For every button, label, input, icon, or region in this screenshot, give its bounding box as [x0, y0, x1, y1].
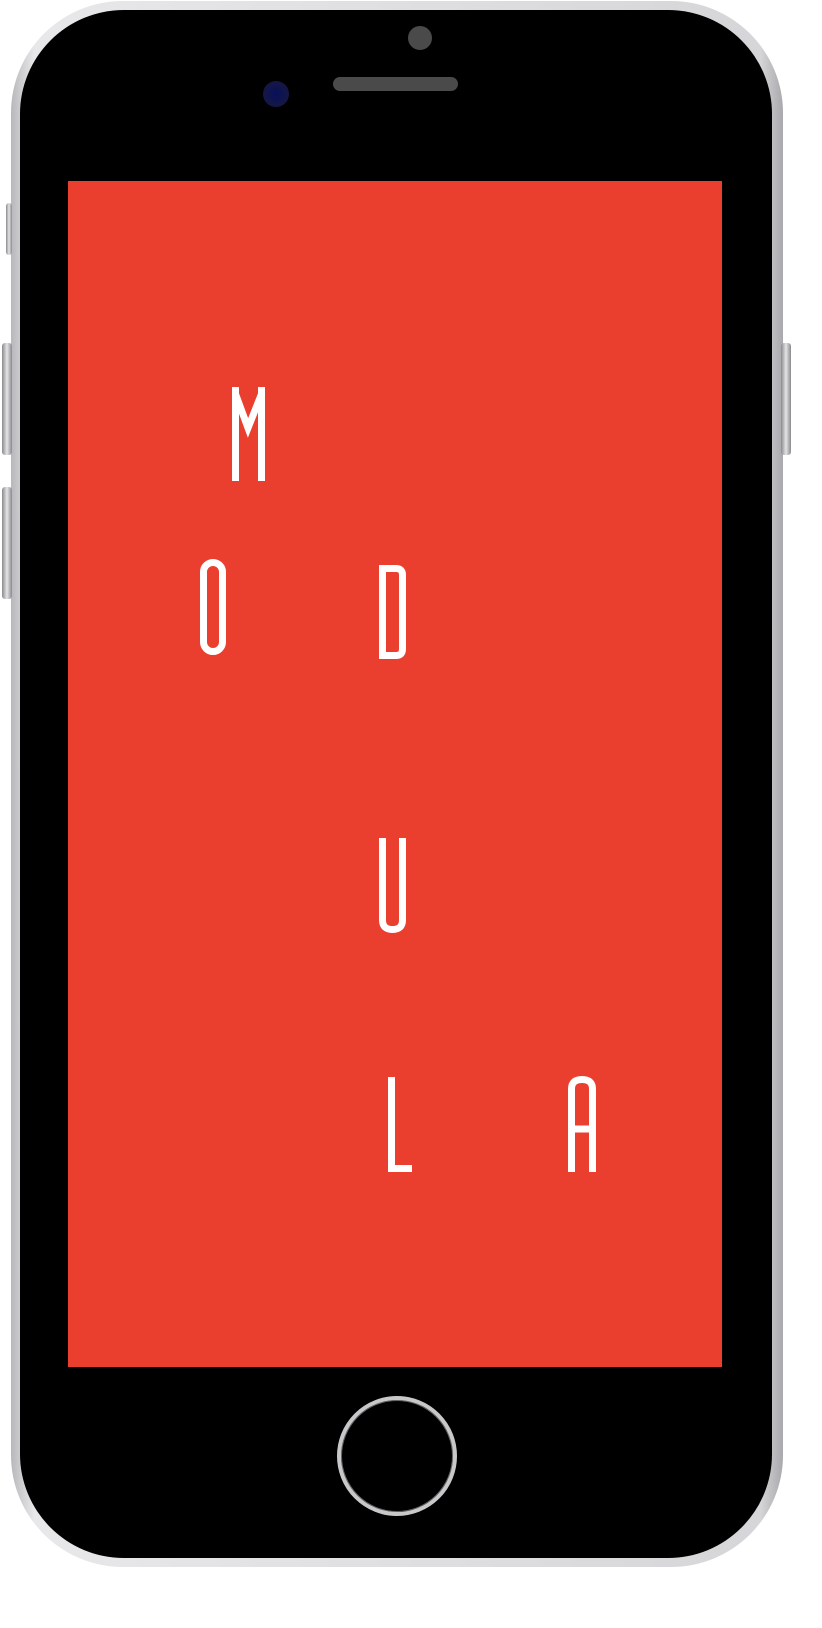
logo-letter-l: [388, 1077, 412, 1172]
logo-letter-d: [379, 565, 406, 659]
home-button[interactable]: [337, 1396, 457, 1516]
logo-letter-a: [568, 1075, 596, 1172]
modula-logo: [200, 387, 596, 1172]
logo-letter-m: [232, 387, 265, 481]
logo-letter-o: [200, 559, 226, 655]
logo-letter-u: [379, 838, 406, 934]
